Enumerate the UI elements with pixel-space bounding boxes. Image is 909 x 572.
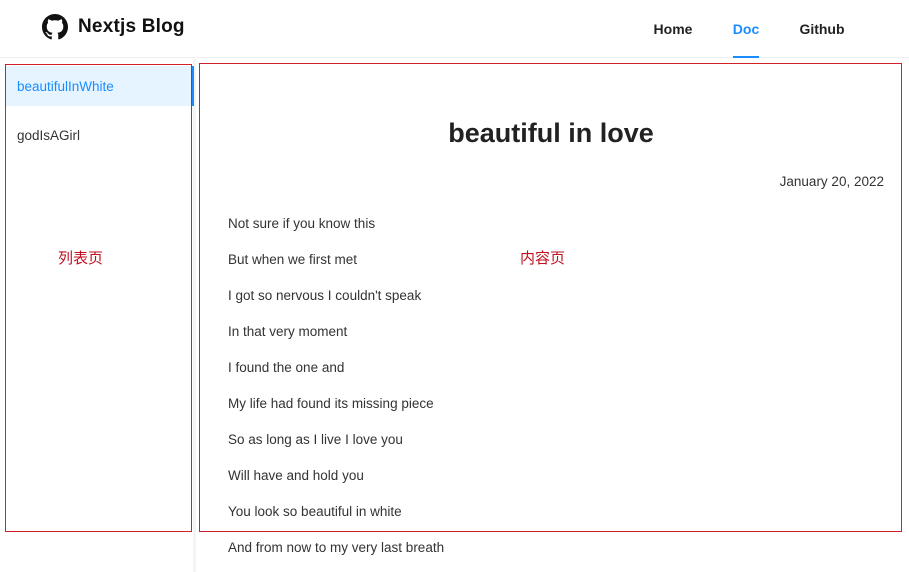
sidebar-item-beautifulinwhite[interactable]: beautifulInWhite <box>6 66 194 106</box>
sidebar-item-godisagirl[interactable]: godIsAGirl <box>6 115 194 155</box>
top-header: Nextjs Blog Home Doc Github <box>0 0 909 58</box>
article-line: And from now to my very last breath <box>228 540 445 555</box>
article-line: Will have and hold you <box>228 468 364 483</box>
github-icon <box>42 14 68 40</box>
sidebar-item-label: godIsAGirl <box>17 127 81 143</box>
page: Nextjs Blog Home Doc Github beautifulInW… <box>0 0 909 572</box>
brand[interactable]: Nextjs Blog <box>42 13 185 41</box>
nav-home[interactable]: Home <box>653 0 693 58</box>
article-title: beautiful in love <box>448 118 654 148</box>
nav-doc[interactable]: Doc <box>733 0 759 58</box>
sidebar: beautifulInWhite godIsAGirl <box>0 59 196 572</box>
article-line: In that very moment <box>228 324 348 339</box>
article-line: Not sure if you know this <box>228 216 376 231</box>
article-line: You look so beautiful in white <box>228 504 402 519</box>
article-date: January 20, 2022 <box>779 174 884 189</box>
article-line: I found the one and <box>228 360 345 375</box>
list-annotation-label: 列表页 <box>58 249 104 267</box>
article-body: Not sure if you know this But when we fi… <box>228 215 788 572</box>
article-line: So as long as I live I love you <box>228 432 403 447</box>
article-line: But when we first met <box>228 252 358 267</box>
article-line: My life had found its missing piece <box>228 396 434 411</box>
nav-github[interactable]: Github <box>799 0 845 58</box>
sidebar-item-label: beautifulInWhite <box>17 78 114 94</box>
content-annotation-label: 内容页 <box>520 249 566 267</box>
site-title: Nextjs Blog <box>78 16 185 37</box>
article-line: I got so nervous I couldn't speak <box>228 288 422 303</box>
